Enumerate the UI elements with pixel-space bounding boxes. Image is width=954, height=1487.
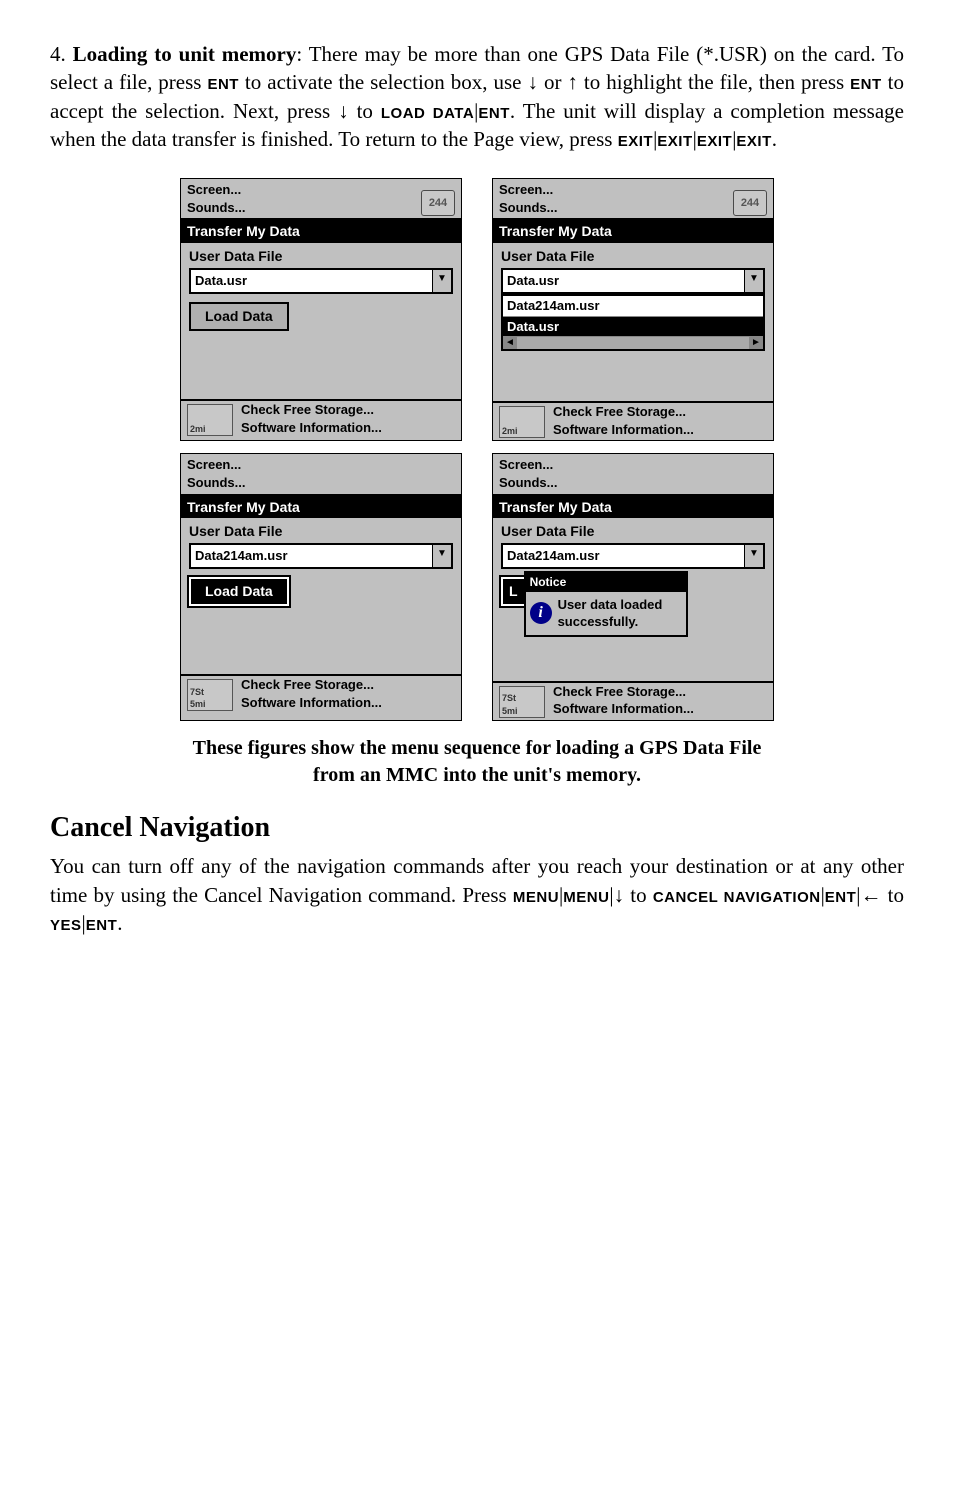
label-user-data-file: User Data File <box>501 247 765 266</box>
paragraph-loading: 4. Loading to unit memory: There may be … <box>50 40 904 153</box>
file-combo[interactable]: Data.usr ▼ <box>189 268 453 294</box>
menu-item-sounds[interactable]: Sounds... <box>499 199 558 217</box>
key-ent: ENT <box>86 917 118 934</box>
key-yes: YES <box>50 917 82 934</box>
menu-item-software-info[interactable]: Software Information... <box>241 419 455 437</box>
text: . <box>117 911 122 935</box>
info-icon: i <box>530 602 552 624</box>
figure-caption: These figures show the menu sequence for… <box>50 735 904 789</box>
menu-item-software-info[interactable]: Software Information... <box>553 700 767 718</box>
scroll-left-icon[interactable]: ◄ <box>503 337 517 349</box>
combo-value: Data.usr <box>503 270 744 292</box>
file-dropdown[interactable]: Data214am.usr Data.usr ◄ ► <box>501 294 765 351</box>
compass-icon: 244 <box>421 190 455 216</box>
key-ent: ENT <box>850 76 882 93</box>
screenshot-2: Screen... Sounds... 244 Transfer My Data… <box>492 178 774 441</box>
window-title: Transfer My Data <box>493 220 773 243</box>
chevron-down-icon[interactable]: ▼ <box>744 270 763 292</box>
notice-title: Notice <box>526 573 686 591</box>
label-user-data-file: User Data File <box>189 522 453 541</box>
label-user-data-file: User Data File <box>189 247 453 266</box>
window-title: Transfer My Data <box>181 220 461 243</box>
menu-item-sounds[interactable]: Sounds... <box>187 474 246 492</box>
menu-item-sounds[interactable]: Sounds... <box>499 474 558 492</box>
bottom-menu: 7St 5mi Check Free Storage... Software I… <box>181 674 461 713</box>
scroll-right-icon[interactable]: ► <box>749 337 763 349</box>
screenshot-row-1: Screen... Sounds... 244 Transfer My Data… <box>50 178 904 441</box>
map-thumb-icon: 2mi <box>499 406 545 438</box>
top-menu: Screen... Sounds... <box>181 454 461 495</box>
menu-item-check-storage[interactable]: Check Free Storage... <box>553 683 767 701</box>
panel: User Data File Data.usr ▼ Data214am.usr … <box>493 243 773 401</box>
key-load-data: LOAD DATA <box>381 105 474 122</box>
combo-value: Data214am.usr <box>503 545 744 567</box>
key-ent: ENT <box>478 105 510 122</box>
screenshot-row-2: Screen... Sounds... Transfer My Data Use… <box>50 453 904 720</box>
key-exit: EXIT <box>697 133 732 150</box>
text: |↓ to <box>609 883 652 907</box>
text: . <box>772 127 777 151</box>
top-menu: Screen... Sounds... 244 <box>181 179 461 220</box>
window-title: Transfer My Data <box>181 496 461 519</box>
dropdown-scrollbar[interactable]: ◄ ► <box>503 337 763 349</box>
notice-dialog: Notice i User data loaded successfully. <box>524 571 688 636</box>
chevron-down-icon[interactable]: ▼ <box>744 545 763 567</box>
map-thumb-icon: 7St 5mi <box>499 686 545 718</box>
menu-item-check-storage[interactable]: Check Free Storage... <box>241 676 455 694</box>
key-ent: ENT <box>825 889 857 906</box>
menu-item-screen[interactable]: Screen... <box>499 181 558 199</box>
chevron-down-icon[interactable]: ▼ <box>432 270 451 292</box>
text: to activate the selection box, use ↓ or … <box>239 70 850 94</box>
bottom-menu: 2mi Check Free Storage... Software Infor… <box>493 401 773 440</box>
heading-cancel-navigation: Cancel Navigation <box>50 809 904 847</box>
menu-item-check-storage[interactable]: Check Free Storage... <box>553 403 767 421</box>
map-thumb-icon: 2mi <box>187 404 233 436</box>
menu-item-screen[interactable]: Screen... <box>187 456 246 474</box>
panel: User Data File Data.usr ▼ Load Data <box>181 243 461 399</box>
compass-icon: 244 <box>733 190 767 216</box>
chevron-down-icon[interactable]: ▼ <box>432 545 451 567</box>
dropdown-option[interactable]: Data214am.usr <box>503 296 763 317</box>
menu-item-sounds[interactable]: Sounds... <box>187 199 246 217</box>
key-ent: ENT <box>207 76 239 93</box>
paragraph-cancel-nav: You can turn off any of the navigation c… <box>50 852 904 937</box>
key-menu: MENU <box>563 889 609 906</box>
combo-value: Data.usr <box>191 270 432 292</box>
menu-item-software-info[interactable]: Software Information... <box>241 694 455 712</box>
menu-item-check-storage[interactable]: Check Free Storage... <box>241 401 455 419</box>
dropdown-option-selected[interactable]: Data.usr <box>503 317 763 338</box>
file-combo[interactable]: Data214am.usr ▼ <box>189 543 453 569</box>
key-exit: EXIT <box>736 133 771 150</box>
text: 4. <box>50 42 73 66</box>
label-user-data-file: User Data File <box>501 522 765 541</box>
combo-value: Data214am.usr <box>191 545 432 567</box>
top-menu: Screen... Sounds... <box>493 454 773 495</box>
screenshot-3: Screen... Sounds... Transfer My Data Use… <box>180 453 462 720</box>
text-bold: Loading to unit memory <box>73 42 297 66</box>
key-exit: EXIT <box>618 133 653 150</box>
load-data-button[interactable]: Load Data <box>189 577 289 606</box>
notice-text: User data loaded successfully. <box>558 596 663 631</box>
menu-item-software-info[interactable]: Software Information... <box>553 421 767 439</box>
bottom-menu: 2mi Check Free Storage... Software Infor… <box>181 399 461 438</box>
map-thumb-icon: 7St 5mi <box>187 679 233 711</box>
key-exit: EXIT <box>657 133 692 150</box>
text: |← to <box>856 883 904 907</box>
file-combo[interactable]: Data.usr ▼ <box>501 268 765 294</box>
screenshot-1: Screen... Sounds... 244 Transfer My Data… <box>180 178 462 441</box>
top-menu: Screen... Sounds... 244 <box>493 179 773 220</box>
window-title: Transfer My Data <box>493 496 773 519</box>
panel: User Data File Data214am.usr ▼ Load Data <box>181 518 461 674</box>
load-data-button-partial[interactable]: L <box>501 577 526 606</box>
load-data-button[interactable]: Load Data <box>189 302 289 331</box>
key-menu: MENU <box>513 889 559 906</box>
bottom-menu: 7St 5mi Check Free Storage... Software I… <box>493 681 773 720</box>
screenshot-4: Screen... Sounds... Transfer My Data Use… <box>492 453 774 720</box>
menu-item-screen[interactable]: Screen... <box>187 181 246 199</box>
key-cancel-navigation: CANCEL NAVIGATION <box>653 889 821 906</box>
menu-item-screen[interactable]: Screen... <box>499 456 558 474</box>
file-combo[interactable]: Data214am.usr ▼ <box>501 543 765 569</box>
panel: User Data File Data214am.usr ▼ L Notice … <box>493 518 773 680</box>
